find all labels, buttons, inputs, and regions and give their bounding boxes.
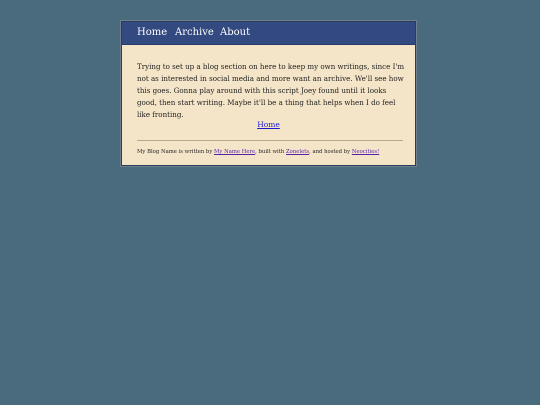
author-link[interactable]: My Name Here	[214, 149, 255, 155]
home-link-container: Home	[122, 120, 415, 130]
nav-home-link[interactable]: Home	[137, 27, 167, 39]
footer-divider	[137, 140, 403, 141]
zonelets-link[interactable]: Zonelets	[286, 149, 309, 155]
footer-hosted-by-text: , and hosted by	[309, 149, 352, 155]
nav-archive-link[interactable]: Archive	[175, 27, 214, 39]
footer-blog-name-text: My Blog Name is written by	[137, 149, 214, 155]
nav-about-link[interactable]: About	[220, 27, 250, 39]
footer: My Blog Name is written by My Name Here,…	[137, 148, 405, 156]
neocities-link[interactable]: Neocities!	[352, 149, 379, 155]
home-link[interactable]: Home	[257, 120, 280, 129]
blog-card: Home Archive About Trying to set up a bl…	[121, 21, 416, 166]
footer-built-with-text: , built with	[255, 149, 286, 155]
post-body-text: Trying to set up a blog section on here …	[137, 62, 405, 119]
nav-bar: Home Archive About	[122, 22, 415, 45]
